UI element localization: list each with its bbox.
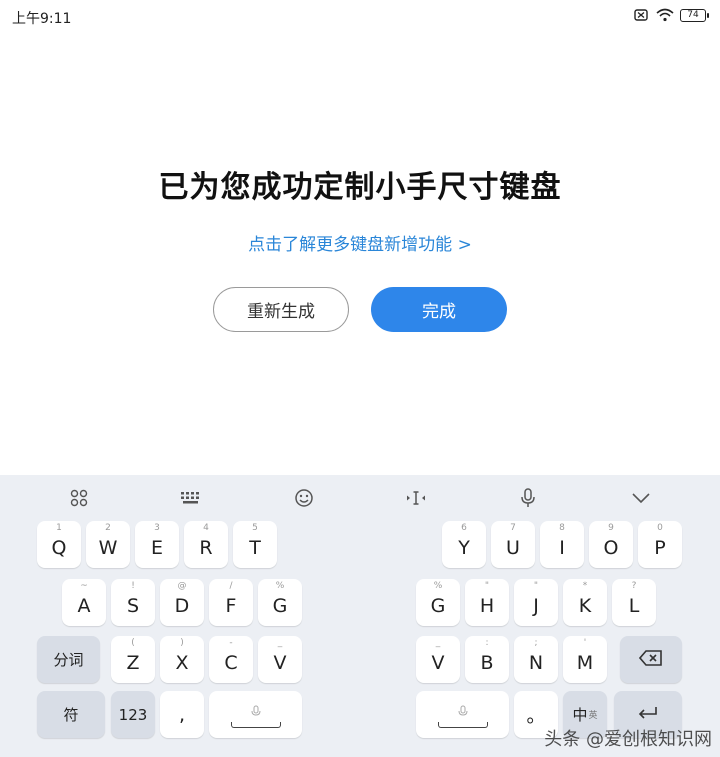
watermark-text: 头条 @爱创根知识网	[544, 729, 712, 750]
number-key[interactable]: 123	[111, 691, 155, 738]
battery-icon: 74	[680, 8, 709, 22]
comma-key[interactable]: ,	[160, 691, 204, 738]
key-g-left[interactable]: % G	[258, 579, 302, 626]
key-v-left[interactable]: _ V	[258, 636, 302, 683]
space-key-right[interactable]	[416, 691, 509, 738]
key-d[interactable]: @ D	[160, 579, 204, 626]
key-p[interactable]: 0P	[638, 521, 682, 568]
key-j[interactable]: " J	[514, 579, 558, 626]
apps-grid-icon[interactable]	[66, 487, 92, 509]
key-w[interactable]: 2W	[86, 521, 130, 568]
key-g-right[interactable]: % G	[416, 579, 460, 626]
regenerate-button[interactable]: 重新生成	[213, 287, 349, 332]
key-b[interactable]: :B	[465, 636, 509, 683]
key-m[interactable]: ' M	[563, 636, 607, 683]
backspace-icon	[638, 649, 663, 670]
key-r[interactable]: 4R	[184, 521, 228, 568]
page-title: 已为您成功定制小手尺寸键盘	[158, 170, 562, 205]
key-c[interactable]: -C	[209, 636, 253, 683]
key-e[interactable]: 3E	[135, 521, 179, 568]
wifi-icon	[656, 8, 674, 22]
mic-icon	[251, 701, 261, 723]
split-keyboard: 1Q 2W 3E 4R 5T 6Y 7U 8I 9O 0P ~ A ! S @ D /…	[0, 475, 720, 757]
symbol-key[interactable]: 符	[37, 691, 105, 738]
collapse-chevron-icon[interactable]	[628, 487, 654, 509]
enter-icon	[637, 706, 659, 724]
learn-more-link[interactable]: 点击了解更多键盘新增功能 >	[0, 230, 720, 255]
space-icon	[230, 722, 281, 728]
mic-icon	[458, 701, 468, 723]
cursor-move-icon[interactable]	[403, 487, 429, 509]
key-y[interactable]: 6Y	[442, 521, 486, 568]
key-z[interactable]: (Z	[111, 636, 155, 683]
key-x[interactable]: ) X	[160, 636, 204, 683]
key-o[interactable]: 9O	[589, 521, 633, 568]
key-k[interactable]: * K	[563, 579, 607, 626]
space-key-left[interactable]	[209, 691, 302, 738]
done-button[interactable]: 完成	[371, 287, 507, 332]
key-i[interactable]: 8I	[540, 521, 584, 568]
emoji-icon[interactable]	[291, 487, 317, 509]
key-f[interactable]: / F	[209, 579, 253, 626]
voice-mic-icon[interactable]	[515, 487, 541, 509]
key-t[interactable]: 5T	[233, 521, 277, 568]
key-h[interactable]: " H	[465, 579, 509, 626]
key-l[interactable]: ? L	[612, 579, 656, 626]
key-v-right[interactable]: _ V	[416, 636, 460, 683]
status-time: 上午9:11	[12, 11, 72, 27]
key-s[interactable]: ! S	[111, 579, 155, 626]
key-q[interactable]: 1Q	[37, 521, 81, 568]
key-n[interactable]: ; N	[514, 636, 558, 683]
no-sim-icon	[632, 8, 650, 22]
segment-key[interactable]: 分词	[37, 636, 100, 683]
key-a[interactable]: ~ A	[62, 579, 106, 626]
status-icons: 74	[632, 8, 709, 22]
space-icon	[437, 722, 488, 728]
backspace-key[interactable]	[620, 636, 682, 683]
key-u[interactable]: 7U	[491, 521, 535, 568]
keyboard-layout-icon[interactable]	[178, 487, 204, 509]
